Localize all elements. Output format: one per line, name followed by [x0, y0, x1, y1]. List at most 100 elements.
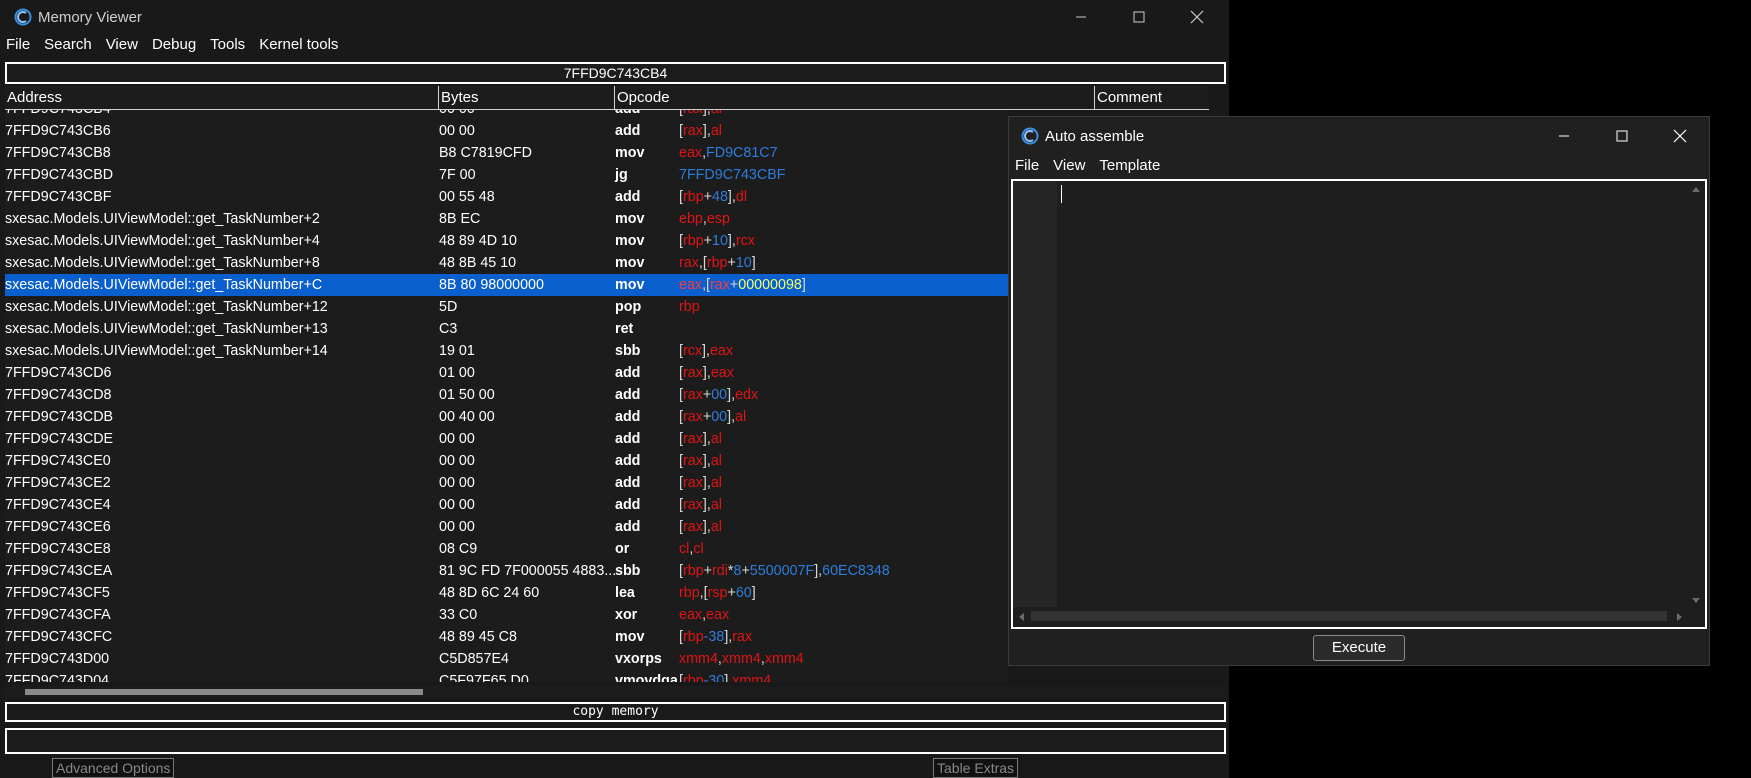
disassembly-row[interactable]: sxesac.Models.UIViewModel::get_TaskNumbe… [5, 274, 1008, 296]
disassembly-row[interactable]: 7FFD9C743CE4 00 00 add [rax],al [5, 494, 1008, 516]
row-operands: cl,cl [679, 538, 704, 560]
disassembly-row[interactable]: sxesac.Models.UIViewModel::get_TaskNumbe… [5, 296, 1008, 318]
hex-view-bar[interactable] [5, 728, 1226, 754]
operand-register: xmm4 [732, 673, 772, 682]
disassembly-row[interactable]: sxesac.Models.UIViewModel::get_TaskNumbe… [5, 230, 1008, 252]
menu-search[interactable]: Search [38, 36, 100, 56]
menu-view[interactable]: View [1047, 157, 1093, 179]
menu-tools[interactable]: Tools [204, 36, 253, 56]
operand-number: 7FFD9C743CBF [679, 167, 786, 183]
maximize-icon[interactable] [1593, 117, 1651, 155]
disassembly-row[interactable]: 7FFD9C743CD8 01 50 00 add [rax+00],edx [5, 384, 1008, 406]
column-opcode[interactable]: Opcode [615, 86, 1095, 110]
row-bytes: 5D [439, 299, 458, 315]
disassembly-row[interactable]: 7FFD9C743CBF 00 55 48 add [rbp+48],dl [5, 186, 1008, 208]
operand-register: rbp [682, 629, 704, 645]
disassembly-row[interactable]: 7FFD9C743CDE 00 00 add [rax],al [5, 428, 1008, 450]
disassembly-row[interactable]: sxesac.Models.UIViewModel::get_TaskNumbe… [5, 252, 1008, 274]
editor-vertical-scrollbar[interactable] [1687, 181, 1705, 607]
copy-memory-bar[interactable]: copy memory [5, 702, 1226, 722]
disassembly-row[interactable]: 7FFD9C743CF5 48 8D 6C 24 60 lea rbp,[rsp+60… [5, 582, 1008, 604]
row-address: 7FFD9C743CDE [5, 431, 114, 447]
disassembly-row[interactable]: 7FFD9C743CFC 48 89 45 C8 mov [rbp-38],rax [5, 626, 1008, 648]
disassembly-row[interactable]: 7FFD9C743CE0 00 00 add [rax],al [5, 450, 1008, 472]
operand-register: rbp [682, 673, 704, 682]
menu-file[interactable]: File [0, 36, 38, 56]
operand-register: rax [683, 110, 703, 117]
disassembly-row[interactable]: 7FFD9C743CB6 00 00 add [rax],al [5, 120, 1008, 142]
disassembly-row[interactable]: 7FFD9C743CE2 00 00 add [rax],al [5, 472, 1008, 494]
maximize-icon[interactable] [1110, 0, 1168, 34]
row-opcode: pop [615, 299, 642, 315]
menu-template[interactable]: Template [1093, 157, 1168, 179]
minimize-icon[interactable] [1052, 0, 1110, 34]
disassembly-row[interactable]: sxesac.Models.UIViewModel::get_TaskNumbe… [5, 208, 1008, 230]
disassembly-row[interactable]: sxesac.Models.UIViewModel::get_TaskNumbe… [5, 318, 1008, 340]
disassembly-row[interactable]: 7FFD9C743CEA 81 9C FD 7F000055 4883... sbb… [5, 560, 1008, 582]
column-comment[interactable]: Comment [1095, 86, 1209, 110]
row-opcode: add [615, 409, 641, 425]
operand-punct: ,[ [698, 255, 707, 271]
row-bytes: 48 89 45 C8 [439, 629, 517, 645]
address-bar[interactable]: 7FFD9C743CB4 [5, 62, 1226, 84]
operand-register: cl [679, 541, 690, 557]
row-operands: [rax],eax [679, 362, 734, 384]
row-address: 7FFD9C743CBD [5, 167, 114, 183]
operand-punct: ], [727, 189, 736, 205]
disassembly-row[interactable]: 7FFD9C743CE8 08 C9 or cl,cl [5, 538, 1008, 560]
scrollbar-thumb[interactable] [25, 689, 423, 695]
menu-file[interactable]: File [1009, 157, 1047, 179]
column-address[interactable]: Address [5, 86, 439, 110]
column-bytes[interactable]: Bytes [439, 86, 615, 110]
editor-horizontal-scrollbar[interactable] [1013, 607, 1687, 627]
disassembly-row[interactable]: 7FFD9C743D04 C5F97F65 D0 vmovdqa [rbp-30],x… [5, 670, 1008, 682]
execute-button[interactable]: Execute [1313, 635, 1405, 661]
row-bytes: C5D857E4 [439, 651, 509, 667]
close-icon[interactable] [1651, 117, 1709, 155]
row-address: 7FFD9C743CE8 [5, 541, 111, 557]
script-editor[interactable] [1011, 179, 1707, 629]
disassembly-row[interactable]: sxesac.Models.UIViewModel::get_TaskNumbe… [5, 340, 1008, 362]
memory-viewer-titlebar[interactable]: Memory Viewer [0, 0, 1229, 34]
operand-punct: + [729, 277, 739, 293]
row-address: sxesac.Models.UIViewModel::get_TaskNumbe… [5, 299, 328, 315]
advanced-options-tab[interactable]: Advanced Options [52, 758, 175, 778]
horizontal-scrollbar[interactable] [5, 686, 1226, 698]
disassembly-row[interactable]: 7FFD9C743CB8 B8 C7819CFD mov eax,FD9C81C7 [5, 142, 1008, 164]
operand-register: rax [679, 255, 699, 271]
operand-punct: ,[ [699, 585, 708, 601]
operand-register: eax [679, 607, 703, 623]
auto-assemble-window: Auto assemble File View Template Execute [1008, 116, 1710, 666]
disassembly-row[interactable]: 7FFD9C743CD6 01 00 add [rax],eax [5, 362, 1008, 384]
row-address: 7FFD9C743CFA [5, 607, 111, 623]
operand-number: -30 [703, 673, 725, 682]
row-bytes: 00 00 [439, 475, 475, 491]
operand-register: xmm4 [721, 651, 761, 667]
operand-register: al [711, 110, 722, 117]
disassembly-listing[interactable]: 7FFD9C743CB400 00add[rax],al7FFD9C743CB6… [5, 110, 1008, 682]
row-opcode: mov [615, 233, 645, 249]
row-bytes: 8B EC [439, 211, 481, 227]
row-opcode: add [615, 123, 641, 139]
operand-register: rax [682, 519, 703, 535]
disassembly-row[interactable]: 7FFD9C743CFA 33 C0 xor eax,eax [5, 604, 1008, 626]
operand-register: rbp [682, 563, 704, 579]
disassembly-row[interactable]: 7FFD9C743CDB 00 40 00 add [rax+00],al [5, 406, 1008, 428]
close-icon[interactable] [1168, 0, 1226, 34]
menu-view[interactable]: View [100, 36, 146, 56]
operand-register: rcx [682, 343, 703, 359]
operand-punct: ] [751, 585, 756, 601]
disassembly-row[interactable]: 7FFD9C743CE6 00 00 add [rax],al [5, 516, 1008, 538]
operand-register: cl [693, 541, 704, 557]
disassembly-row[interactable]: 7FFD9C743CBD 7F 00 jg 7FFD9C743CBF [5, 164, 1008, 186]
table-extras-tab[interactable]: Table Extras [933, 758, 1019, 778]
disassembly-row[interactable]: 7FFD9C743D00 C5D857E4 vxorps xmm4,xmm4,xmm4 [5, 648, 1008, 670]
minimize-icon[interactable] [1535, 117, 1593, 155]
menu-debug[interactable]: Debug [146, 36, 204, 56]
operand-register: rax [732, 629, 753, 645]
row-address: 7FFD9C743CEA [5, 563, 113, 579]
disassembly-row[interactable]: 7FFD9C743CB4 00 00 add [rax],al [5, 110, 1008, 120]
menu-kernel-tools[interactable]: Kernel tools [253, 36, 346, 56]
row-operands: ebp,esp [679, 208, 730, 230]
scrollbar-thumb[interactable] [1031, 611, 1667, 621]
